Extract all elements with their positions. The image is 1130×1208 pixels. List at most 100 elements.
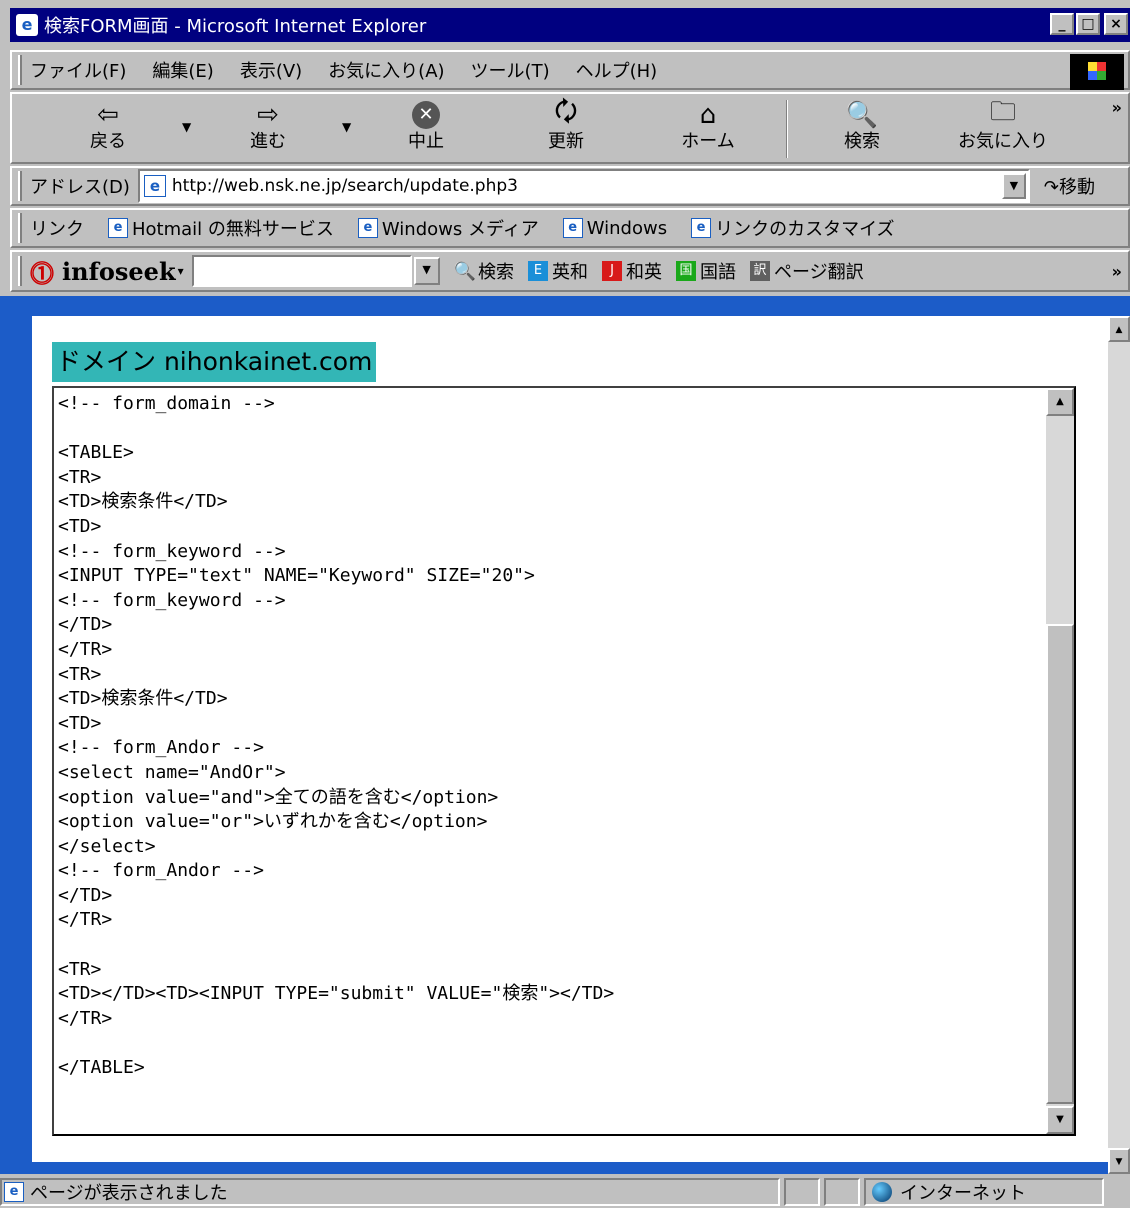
address-url[interactable]: http://web.nsk.ne.jp/search/update.php3 [172, 176, 518, 196]
status-main: e ページが表示されました [0, 1178, 780, 1206]
link-page-icon: e [691, 218, 712, 238]
eiwa-dictionary-icon: E [528, 261, 549, 281]
zone-label: インターネット [900, 1183, 1026, 1204]
address-bar: アドレス(D) e http://web.nsk.ne.jp/search/up… [10, 166, 1130, 206]
stop-icon: ✕ [386, 98, 466, 132]
refresh-icon: 🗘 [554, 97, 578, 127]
eiwa-label: 英和 [552, 262, 589, 283]
menu-bar: ファイル(F) 編集(E) 表示(V) お気に入り(A) ツール(T) ヘルプ(… [10, 50, 1130, 90]
link-windows[interactable]: e Windows [562, 218, 667, 239]
kokugo-dictionary-icon: 国 [676, 261, 697, 281]
links-bar: リンク e Hotmail の無料サービス e Windows メディア e Wind… [10, 208, 1130, 248]
scroll-up-arrow-icon[interactable]: ▲ [1046, 388, 1074, 416]
infoseek-more-chevron[interactable]: » [1112, 262, 1122, 281]
page-scroll-up-arrow-icon[interactable]: ▲ [1108, 316, 1130, 342]
waei-label: 和英 [626, 262, 663, 283]
link-hotmail[interactable]: e Hotmail の無料サービス [108, 215, 334, 241]
textarea-scrollbar[interactable]: ▲ ▼ [1046, 388, 1074, 1134]
infoseek-kokugo-button[interactable]: 国国語 [676, 258, 736, 284]
menu-tools[interactable]: ツール(T) [471, 57, 550, 83]
domain-label: ドメイン nihonkainet.com [52, 342, 377, 382]
search-globe-icon: 🔍 [845, 100, 879, 130]
link-hotmail-label: Hotmail の無料サービス [132, 219, 334, 240]
infoseek-waei-button[interactable]: J 和英 [602, 258, 662, 284]
window-title: 検索FORM画面 - Microsoft Internet Explorer [44, 16, 427, 37]
refresh-label: 更新 [548, 131, 584, 152]
back-dropdown-icon[interactable]: ▼ [182, 120, 191, 134]
home-label: ホーム [681, 131, 735, 152]
infoseek-logo-icon: ⓵ [30, 258, 54, 288]
link-windows-media-label: Windows メディア [381, 219, 539, 240]
stop-label: 中止 [408, 131, 444, 152]
infoseek-logo[interactable]: ⓵ infoseek ▾ [30, 254, 184, 289]
links-grip[interactable] [18, 213, 22, 243]
magnifier-icon: 🔍 [453, 260, 477, 282]
toolbar-separator [786, 100, 788, 158]
page-icon: e [143, 175, 166, 197]
home-button[interactable]: ⌂ ホーム [668, 98, 748, 152]
title-bar: e 検索FORM画面 - Microsoft Internet Explorer… [0, 0, 1130, 46]
minimize-button[interactable]: _ [1050, 13, 1074, 35]
menu-file[interactable]: ファイル(F) [30, 57, 126, 83]
menu-view[interactable]: 表示(V) [240, 57, 302, 83]
translate-label: ページ翻訳 [774, 262, 864, 283]
menu-edit[interactable]: 編集(E) [152, 57, 213, 83]
address-dropdown-button[interactable]: ▼ [1001, 173, 1026, 199]
link-page-icon: e [357, 218, 378, 238]
go-button[interactable]: ↷移動 [1044, 173, 1095, 199]
toolbar-more-chevron[interactable]: » [1112, 98, 1122, 117]
close-button[interactable]: × [1104, 13, 1128, 35]
translate-page-icon: 訳 [750, 261, 771, 281]
forward-label: 進む [250, 131, 286, 152]
favorites-label: お気に入り [958, 131, 1048, 152]
infoseek-dropdown-button[interactable]: ▼ [413, 257, 440, 285]
address-label: アドレス(D) [30, 177, 130, 198]
code-text[interactable]: <!-- form_domain --> <TABLE> <TR> <TD>検索… [58, 392, 1044, 1081]
back-button[interactable]: ⇦ 戻る [68, 98, 148, 152]
link-windows-media[interactable]: e Windows メディア [357, 215, 539, 241]
status-text: ページが表示されました [30, 1183, 228, 1204]
ie-app-icon[interactable]: e [16, 14, 38, 36]
scroll-down-arrow-icon[interactable]: ▼ [1046, 1106, 1074, 1134]
infoseek-search-button[interactable]: 🔍 検索 [454, 258, 514, 284]
search-button[interactable]: 🔍 検索 [822, 98, 902, 152]
page-content: ドメイン nihonkainet.com <!-- form_domain --… [32, 316, 1108, 1162]
favorites-button[interactable]: 🗀 お気に入り [948, 97, 1058, 152]
refresh-button[interactable]: 🗘 更新 [526, 97, 606, 152]
maximize-button[interactable]: □ [1076, 13, 1100, 35]
status-bar: e ページが表示されました インターネット [0, 1176, 1130, 1208]
back-label: 戻る [90, 131, 126, 152]
kokugo-label: 国語 [700, 262, 737, 283]
textarea-scroll-thumb[interactable] [1046, 624, 1074, 1104]
forward-button[interactable]: ⇨ 進む [228, 98, 308, 152]
menu-help[interactable]: ヘルプ(H) [576, 57, 658, 83]
internet-zone-globe-icon [872, 1182, 892, 1202]
link-customize-label: リンクのカスタマイズ [715, 219, 895, 240]
page-scroll-down-arrow-icon[interactable]: ▼ [1108, 1148, 1130, 1174]
link-page-icon: e [108, 218, 128, 238]
infoseek-eiwa-button[interactable]: E 英和 [528, 258, 588, 284]
waei-dictionary-icon: J [602, 261, 623, 281]
links-label: リンク [30, 219, 84, 240]
menu-grip[interactable] [18, 55, 22, 85]
status-zone: インターネット [864, 1178, 1104, 1206]
infoseek-search-input[interactable] [191, 255, 412, 287]
windows-logo-throbber [1070, 54, 1124, 90]
page-scrollbar[interactable]: ▲ ▼ [1108, 316, 1130, 1174]
back-arrow-icon: ⇦ [97, 100, 119, 130]
menu-favorites[interactable]: お気に入り(A) [328, 57, 444, 83]
stop-button[interactable]: ✕ 中止 [386, 98, 466, 152]
code-textarea[interactable]: <!-- form_domain --> <TABLE> <TR> <TD>検索… [52, 386, 1076, 1136]
infoseek-grip[interactable] [18, 256, 22, 286]
link-customize[interactable]: e リンクのカスタマイズ [691, 215, 895, 241]
address-grip[interactable] [18, 171, 22, 201]
title-bar-inner[interactable]: e 検索FORM画面 - Microsoft Internet Explorer… [10, 8, 1130, 42]
infoseek-search-label: 検索 [478, 262, 515, 283]
address-field[interactable]: e http://web.nsk.ne.jp/search/update.php… [137, 169, 1030, 203]
standard-toolbar: ⇦ 戻る ▼ ⇨ 進む ▼ ✕ 中止 🗘 更新 ⌂ ホーム 🔍 検索 🗀 お気に… [10, 92, 1130, 164]
forward-dropdown-icon[interactable]: ▼ [342, 120, 351, 134]
infoseek-logo-text: infoseek [62, 256, 176, 286]
infoseek-translate-button[interactable]: 訳ページ翻訳 [750, 258, 864, 284]
infoseek-logo-dropdown-icon[interactable]: ▾ [178, 264, 184, 278]
infoseek-toolbar: ⓵ infoseek ▾ ▼ 🔍 検索 E 英和 J 和英 国国語 訳ページ翻訳 » [10, 250, 1130, 292]
